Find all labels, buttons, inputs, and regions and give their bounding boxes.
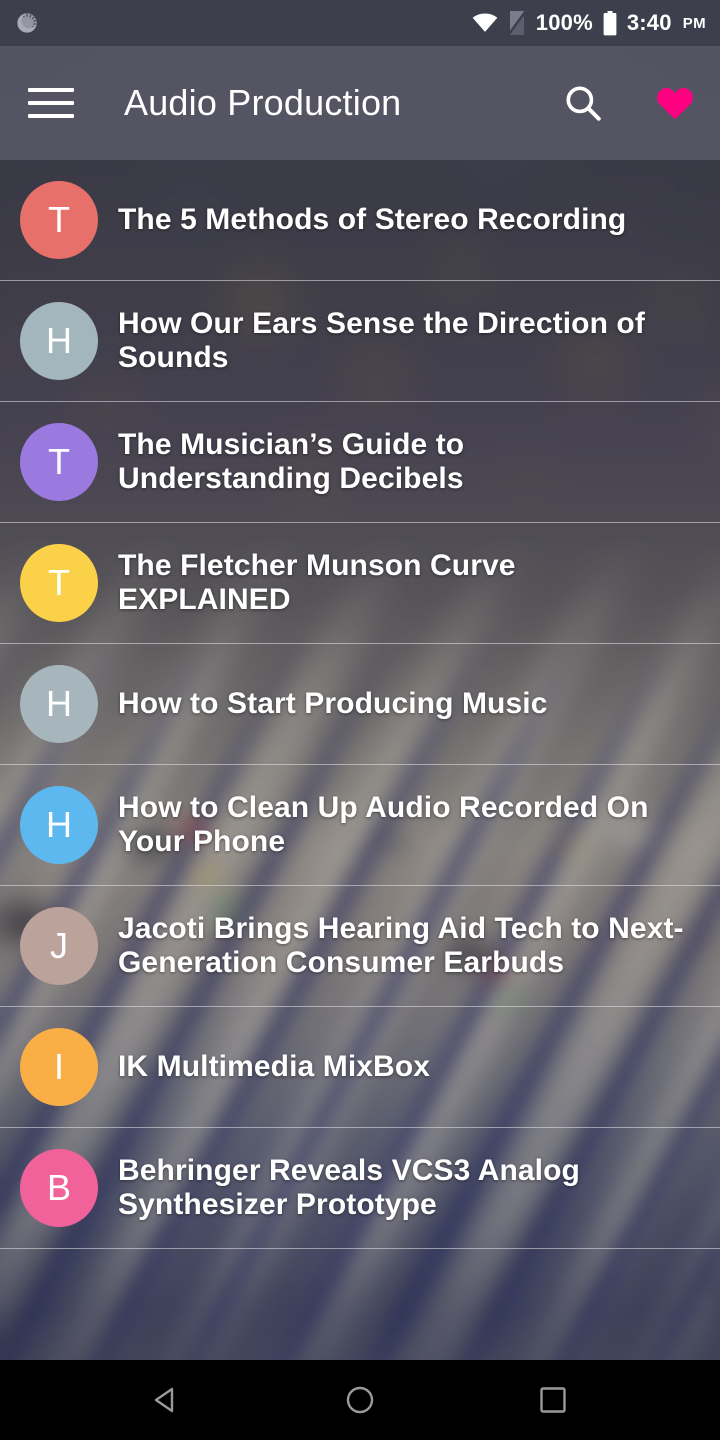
article-list-item[interactable]: H How Our Ears Sense the Direction of Sou…: [0, 281, 720, 402]
battery-percent-label: 100%: [535, 10, 593, 35]
article-title: Jacoti Brings Hearing Aid Tech to Next-G…: [118, 911, 684, 979]
no-sim-icon: [507, 11, 526, 35]
avatar: H: [20, 302, 98, 380]
article-title: The 5 Methods of Stereo Recording: [118, 202, 627, 236]
phone-screen: 100% 3:40 PM Audio Production T The 5 Me…: [0, 0, 720, 1440]
article-title: The Fletcher Munson Curve EXPLAINED: [118, 548, 516, 616]
heart-icon[interactable]: [654, 82, 696, 124]
app-bar: Audio Production: [0, 46, 720, 160]
article-title: The Musician’s Guide to Understanding De…: [118, 427, 465, 495]
article-list-item[interactable]: B Behringer Reveals VCS3 Analog Synthesiz…: [0, 1128, 720, 1249]
article-list[interactable]: T The 5 Methods of Stereo Recording H How O…: [0, 160, 720, 1360]
status-bar-ampm: PM: [682, 14, 706, 32]
sync-spinner-icon: [14, 10, 40, 36]
recents-square-icon[interactable]: [525, 1372, 581, 1428]
search-icon[interactable]: [562, 82, 604, 124]
back-triangle-icon[interactable]: [139, 1372, 195, 1428]
avatar: I: [20, 1028, 98, 1106]
article-list-item[interactable]: H How to Clean Up Audio Recorded On Your …: [0, 765, 720, 886]
list-empty-area: [0, 1249, 720, 1360]
article-title: How to Start Producing Music: [118, 686, 548, 720]
avatar: B: [20, 1149, 98, 1227]
avatar: T: [20, 423, 98, 501]
battery-full-icon: [603, 10, 617, 36]
avatar: T: [20, 544, 98, 622]
avatar: J: [20, 907, 98, 985]
article-list-item[interactable]: T The Fletcher Munson Curve EXPLAINED: [0, 523, 720, 644]
wifi-icon: [472, 13, 498, 33]
status-bar: 100% 3:40 PM: [0, 0, 720, 46]
android-navigation-bar: [0, 1360, 720, 1440]
article-title: Behringer Reveals VCS3 Analog Synthesize…: [118, 1153, 580, 1221]
avatar: T: [20, 181, 98, 259]
article-list-item[interactable]: J Jacoti Brings Hearing Aid Tech to Next-…: [0, 886, 720, 1007]
article-list-item[interactable]: I IK Multimedia MixBox: [0, 1007, 720, 1128]
article-list-item[interactable]: H How to Start Producing Music: [0, 644, 720, 765]
status-bar-notifications: [14, 10, 40, 36]
article-title: How Our Ears Sense the Direction of Soun…: [118, 306, 645, 374]
status-bar-clock: 3:40: [626, 10, 672, 35]
home-circle-icon[interactable]: [332, 1372, 388, 1428]
article-list-item[interactable]: T The Musician’s Guide to Understanding D…: [0, 402, 720, 523]
article-title: How to Clean Up Audio Recorded On Your P…: [118, 790, 649, 858]
avatar: H: [20, 786, 98, 864]
article-title: IK Multimedia MixBox: [118, 1049, 431, 1083]
hamburger-menu-icon[interactable]: [28, 77, 80, 129]
article-list-item[interactable]: T The 5 Methods of Stereo Recording: [0, 160, 720, 281]
page-title: Audio Production: [124, 82, 402, 123]
app-bar-actions: [562, 82, 696, 124]
avatar: H: [20, 665, 98, 743]
status-bar-indicators: 100% 3:40 PM: [472, 10, 706, 36]
